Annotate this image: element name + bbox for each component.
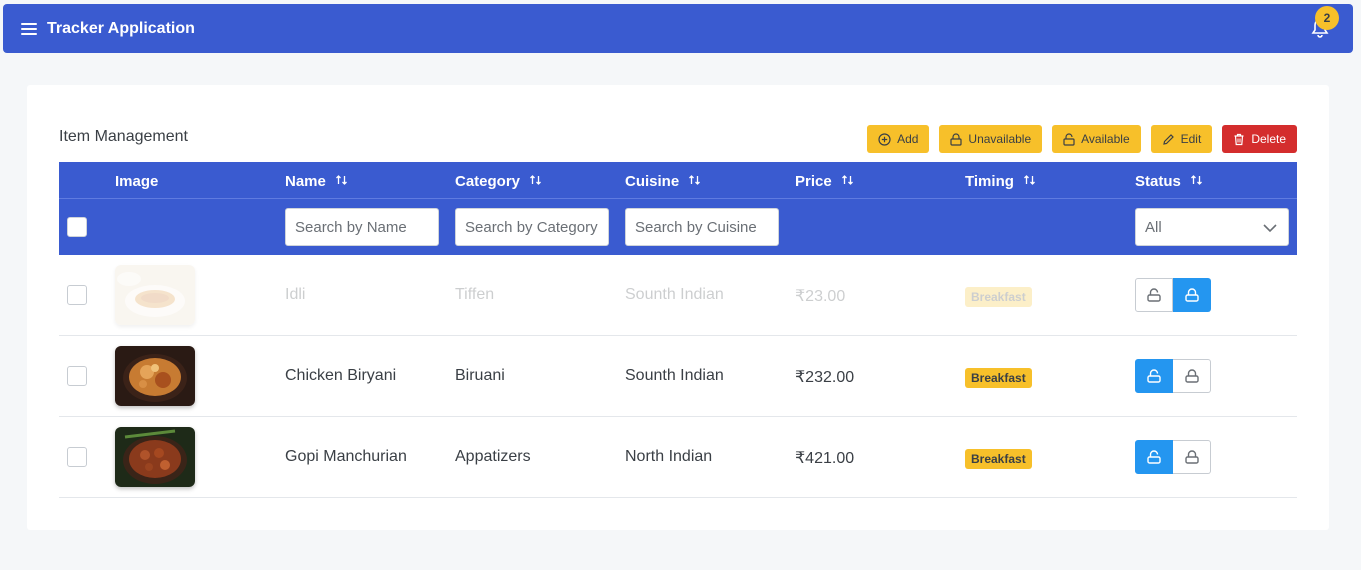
item-cuisine: Sounth Indian — [625, 286, 724, 303]
table-row[interactable]: Gopi Manchurian Appatizers North Indian … — [59, 417, 1297, 498]
column-header-category[interactable]: Category — [455, 173, 542, 190]
unlock-icon[interactable] — [1135, 359, 1173, 393]
unlock-icon[interactable] — [1135, 278, 1173, 312]
item-price: ₹23.00 — [795, 288, 846, 305]
row-checkbox[interactable] — [67, 285, 87, 305]
column-label: Category — [455, 173, 521, 190]
sort-icon[interactable] — [1023, 173, 1036, 190]
sort-icon[interactable] — [529, 173, 542, 190]
delete-button[interactable]: Delete — [1222, 125, 1297, 153]
status-toggle — [1135, 359, 1211, 393]
lock-icon — [950, 132, 963, 146]
add-button-label: Add — [897, 132, 919, 146]
manchurian-photo — [115, 427, 195, 487]
column-header-image: Image — [115, 173, 158, 190]
column-header-name[interactable]: Name — [285, 173, 348, 190]
app-title: Tracker Application — [47, 19, 195, 37]
sort-icon[interactable] — [335, 173, 348, 190]
column-label: Price — [795, 173, 832, 190]
top-navbar: Tracker Application 2 — [3, 4, 1353, 53]
lock-icon[interactable] — [1173, 440, 1211, 474]
column-header-timing[interactable]: Timing — [965, 173, 1036, 190]
status-toggle — [1135, 440, 1211, 474]
item-name: Chicken Biryani — [285, 367, 397, 384]
sort-icon[interactable] — [1190, 173, 1203, 190]
plus-circle-icon — [878, 132, 891, 146]
toolbar: Add Unavailable Available Edit Delete — [867, 125, 1297, 153]
status-filter-value: All — [1145, 218, 1162, 236]
name-search-input[interactable] — [285, 208, 439, 246]
biryani-photo — [115, 346, 195, 406]
delete-button-label: Delete — [1251, 132, 1286, 146]
column-header-price[interactable]: Price — [795, 173, 854, 190]
menu-icon[interactable] — [21, 22, 37, 35]
filter-row: All — [59, 199, 1297, 255]
idli-photo — [115, 265, 195, 325]
column-label: Name — [285, 173, 326, 190]
unlock-icon[interactable] — [1135, 440, 1173, 474]
column-label: Status — [1135, 173, 1181, 190]
item-category: Tiffen — [455, 286, 495, 303]
trash-icon — [1234, 133, 1244, 145]
item-price: ₹421.00 — [795, 450, 855, 467]
row-checkbox[interactable] — [67, 366, 87, 386]
timing-badge: Breakfast — [965, 287, 1032, 307]
available-button[interactable]: Available — [1052, 125, 1141, 153]
edit-button-label: Edit — [1180, 132, 1202, 146]
add-button[interactable]: Add — [867, 125, 930, 153]
sort-icon[interactable] — [688, 173, 701, 190]
unavailable-button[interactable]: Unavailable — [939, 125, 1043, 153]
category-search-input[interactable] — [455, 208, 609, 246]
pencil-icon — [1162, 133, 1174, 145]
item-cuisine: North Indian — [625, 448, 713, 465]
notification-badge: 2 — [1315, 6, 1339, 30]
page-title: Item Management — [59, 128, 188, 145]
table-row[interactable]: Idli Tiffen Sounth Indian ₹23.00 Breakfa… — [59, 255, 1297, 336]
status-filter-select[interactable]: All — [1135, 208, 1289, 246]
status-toggle — [1135, 278, 1211, 312]
table-row[interactable]: Chicken Biryani Biruani Sounth Indian ₹2… — [59, 336, 1297, 417]
unavailable-button-label: Unavailable — [968, 132, 1032, 146]
item-name: Idli — [285, 286, 306, 303]
timing-badge: Breakfast — [965, 449, 1032, 469]
item-name: Gopi Manchurian — [285, 448, 407, 465]
edit-button[interactable]: Edit — [1150, 125, 1213, 153]
column-label: Timing — [965, 173, 1014, 190]
select-all-checkbox[interactable] — [67, 217, 87, 237]
column-label: Image — [115, 173, 159, 190]
lock-icon[interactable] — [1173, 278, 1211, 312]
item-price: ₹232.00 — [795, 369, 855, 386]
lock-icon[interactable] — [1173, 359, 1211, 393]
chevron-down-icon — [1262, 221, 1278, 238]
unlock-icon — [1063, 132, 1075, 146]
available-button-label: Available — [1081, 132, 1130, 146]
column-header-cuisine[interactable]: Cuisine — [625, 173, 701, 190]
column-label: Cuisine — [625, 173, 680, 190]
column-header-status[interactable]: Status — [1135, 173, 1203, 190]
item-category: Biruani — [455, 367, 505, 384]
item-management-card: Item Management Add Unavailable Availabl… — [27, 85, 1329, 530]
cuisine-search-input[interactable] — [625, 208, 779, 246]
sort-icon[interactable] — [841, 173, 854, 190]
item-category: Appatizers — [455, 448, 531, 465]
table-header: Image Name Category Cuisine Price Timing… — [59, 162, 1297, 199]
timing-badge: Breakfast — [965, 368, 1032, 388]
row-checkbox[interactable] — [67, 447, 87, 467]
item-cuisine: Sounth Indian — [625, 367, 724, 384]
items-table: Image Name Category Cuisine Price Timing… — [59, 162, 1297, 498]
